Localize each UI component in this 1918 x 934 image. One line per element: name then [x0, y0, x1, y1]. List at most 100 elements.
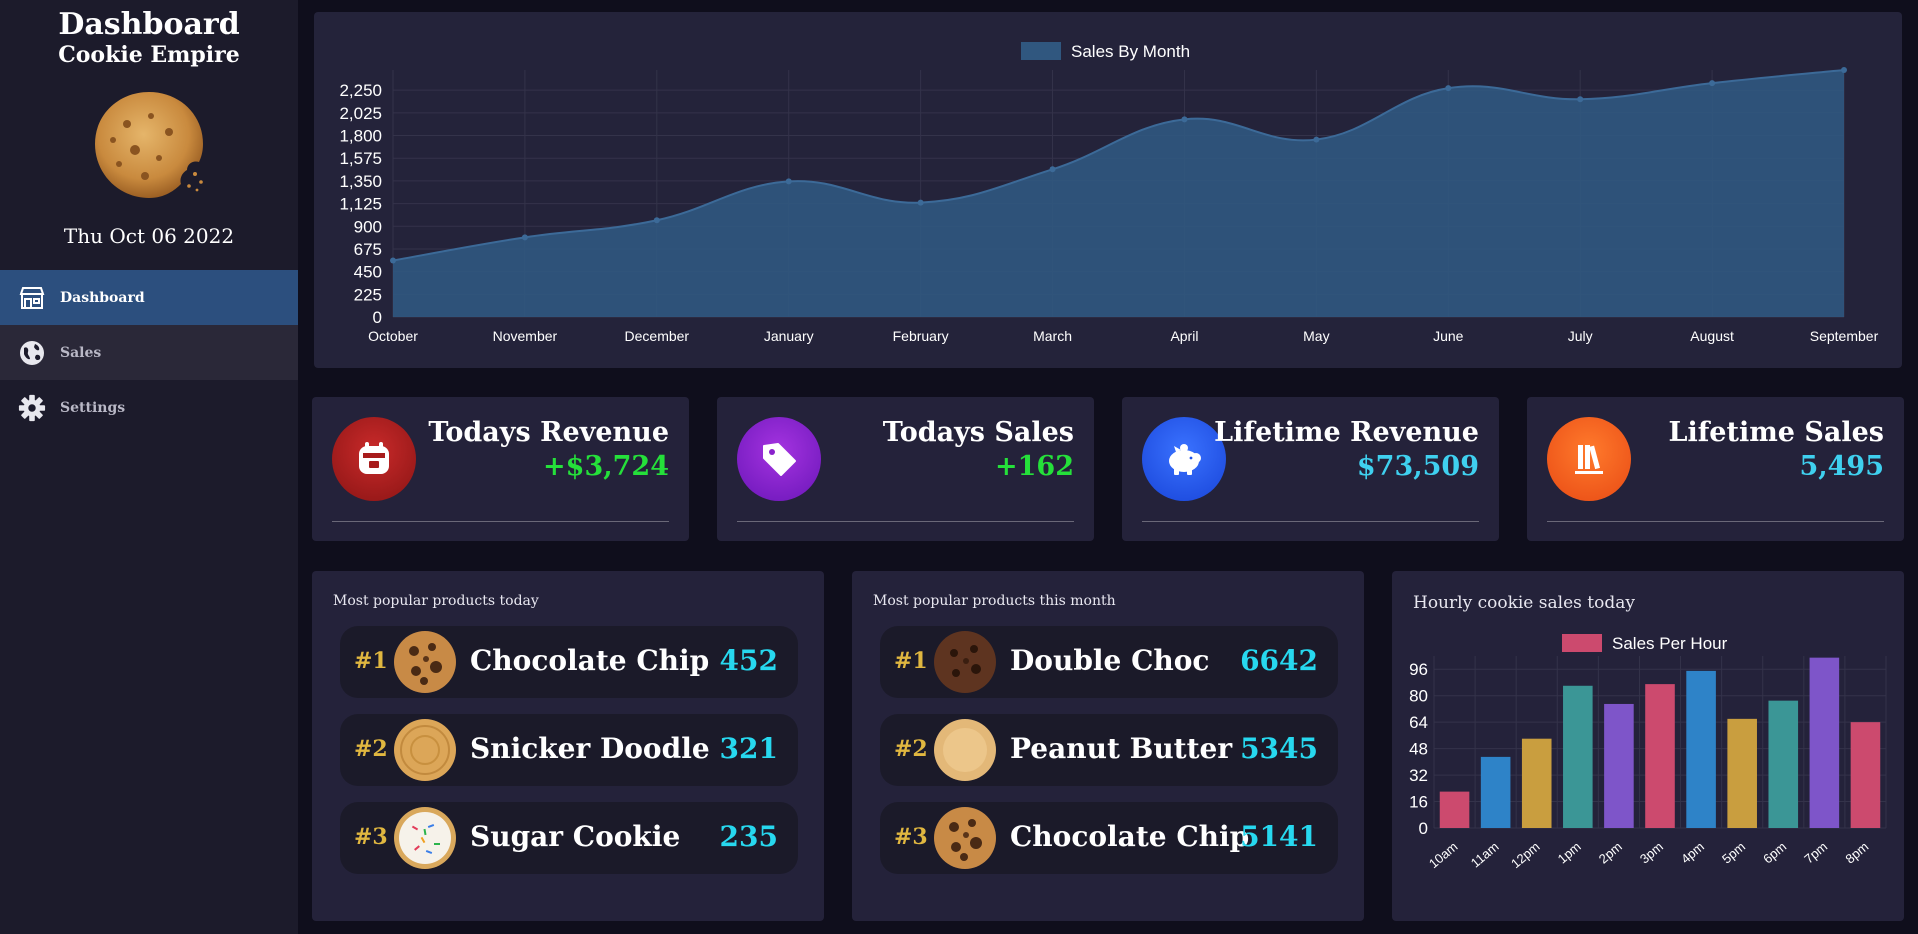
bar	[1480, 756, 1511, 828]
store-icon	[18, 284, 46, 312]
y-tick-label: 450	[354, 263, 382, 282]
divider	[737, 521, 1074, 522]
stat-label: Todays Revenue	[428, 417, 669, 448]
data-point	[1709, 80, 1716, 87]
list-item[interactable]: #3 Chocolate Chip 5141	[880, 802, 1338, 874]
bar	[1809, 657, 1840, 828]
rank-label: #3	[894, 824, 928, 850]
x-tick-label: 1pm	[1555, 839, 1584, 867]
data-point	[653, 217, 660, 224]
bar	[1521, 738, 1552, 828]
list-item[interactable]: #1 Double Choc 6642	[880, 626, 1338, 698]
list-item[interactable]: #2 Snicker Doodle 321	[340, 714, 798, 786]
x-tick-label: 2pm	[1596, 839, 1625, 867]
chocolate-chip-cookie-image	[934, 807, 996, 869]
popular-month-panel: Most popular products this month #1 Doub…	[852, 571, 1364, 921]
area-fill	[393, 70, 1844, 317]
sales-by-month-panel: 0 225 450 675 900 1,125 1,350 1,575 1,800 2,025 2,…	[314, 12, 1902, 368]
x-tick-label: 11am	[1468, 839, 1502, 871]
x-tick-label: March	[1033, 328, 1072, 344]
x-tick-label: 3pm	[1637, 839, 1666, 867]
data-point	[1313, 136, 1320, 143]
data-point	[521, 234, 528, 241]
x-tick-label: 5pm	[1719, 839, 1748, 867]
data-point	[1445, 85, 1452, 92]
y-tick-label: 32	[1409, 766, 1428, 785]
stat-value: $73,509	[1356, 451, 1479, 482]
x-tick-label: January	[764, 328, 814, 344]
data-point	[390, 257, 396, 264]
bar	[1768, 700, 1799, 828]
rank-label: #1	[894, 648, 928, 674]
tag-icon	[737, 417, 821, 501]
stat-label: Todays Sales	[882, 417, 1074, 448]
x-tick-label: February	[893, 328, 949, 344]
stat-card-lifetime-revenue: Lifetime Revenue $73,509	[1122, 397, 1499, 541]
x-tick-label: November	[493, 328, 558, 344]
sidebar-item-sales[interactable]: Sales	[0, 325, 298, 380]
sidebar-nav: Dashboard Sales Settings	[0, 270, 298, 435]
x-tick-label: 6pm	[1760, 839, 1789, 867]
product-name: Double Choc	[1010, 644, 1210, 677]
sidebar-item-label: Sales	[60, 344, 102, 361]
data-point	[785, 178, 792, 185]
divider	[1142, 521, 1479, 522]
sidebar-item-settings[interactable]: Settings	[0, 380, 298, 435]
snicker-doodle-cookie-image	[394, 719, 456, 781]
y-tick-label: 225	[354, 285, 382, 304]
x-tick-label: September	[1810, 328, 1879, 344]
hourly-sales-panel: Hourly cookie sales today 0 16 32 48 64 80 96 1…	[1392, 571, 1904, 921]
product-name: Peanut Butter	[1010, 732, 1233, 765]
rank-label: #3	[354, 824, 388, 850]
x-tick-label: August	[1690, 328, 1734, 344]
sidebar-item-dashboard[interactable]: Dashboard	[0, 270, 298, 325]
list-item[interactable]: #2 Peanut Butter 5345	[880, 714, 1338, 786]
panel-title: Most popular products today	[333, 593, 539, 609]
x-tick-label: 4pm	[1678, 839, 1707, 867]
product-name: Chocolate Chip	[1010, 820, 1250, 853]
y-tick-label: 1,800	[339, 127, 382, 146]
legend-swatch	[1021, 42, 1061, 60]
x-tick-label: June	[1433, 328, 1464, 344]
x-tick-label: July	[1568, 328, 1593, 344]
legend-swatch	[1562, 634, 1602, 652]
y-tick-label: 64	[1409, 713, 1428, 732]
stat-value: +$3,724	[543, 451, 669, 482]
rank-label: #1	[354, 648, 388, 674]
globe-icon	[18, 339, 46, 367]
sugar-cookie-image	[394, 807, 456, 869]
sales-by-month-chart: 0 225 450 675 900 1,125 1,350 1,575 1,800 2,025 2,…	[339, 42, 1879, 344]
books-icon	[1547, 417, 1631, 501]
chocolate-chip-cookie-image	[394, 631, 456, 693]
stat-value: 5,495	[1799, 451, 1884, 482]
product-count: 5345	[1240, 732, 1318, 765]
divider	[332, 521, 669, 522]
app-subtitle: Cookie Empire	[58, 42, 240, 68]
product-count: 452	[719, 644, 778, 677]
data-point	[1181, 116, 1188, 123]
stat-card-todays-revenue: Todays Revenue +$3,724	[312, 397, 689, 541]
sidebar-item-label: Dashboard	[60, 289, 145, 306]
data-point	[1841, 67, 1847, 73]
legend-label: Sales Per Hour	[1612, 634, 1728, 653]
x-tick-label: 12pm	[1508, 839, 1543, 871]
list-item[interactable]: #1 Chocolate Chip 452	[340, 626, 798, 698]
x-tick-label: October	[368, 328, 418, 344]
list-item[interactable]: #3 Sugar Cookie 235	[340, 802, 798, 874]
y-tick-label: 2,025	[339, 104, 382, 123]
stat-label: Lifetime Revenue	[1214, 417, 1479, 448]
double-choc-cookie-image	[934, 631, 996, 693]
stat-value: +162	[995, 451, 1074, 482]
y-tick-label: 16	[1409, 793, 1428, 812]
product-count: 235	[719, 820, 778, 853]
divider	[1547, 521, 1884, 522]
product-count: 6642	[1240, 644, 1318, 677]
legend-label: Sales By Month	[1071, 42, 1190, 61]
rank-label: #2	[894, 736, 928, 762]
product-name: Snicker Doodle	[470, 732, 710, 765]
current-date: Thu Oct 06 2022	[63, 224, 235, 248]
rank-label: #2	[354, 736, 388, 762]
x-tick-label: 10am	[1426, 839, 1461, 871]
sidebar: Dashboard Cookie Empire Thu Oct 06 2022 …	[0, 0, 298, 934]
y-tick-label: 900	[354, 217, 382, 236]
